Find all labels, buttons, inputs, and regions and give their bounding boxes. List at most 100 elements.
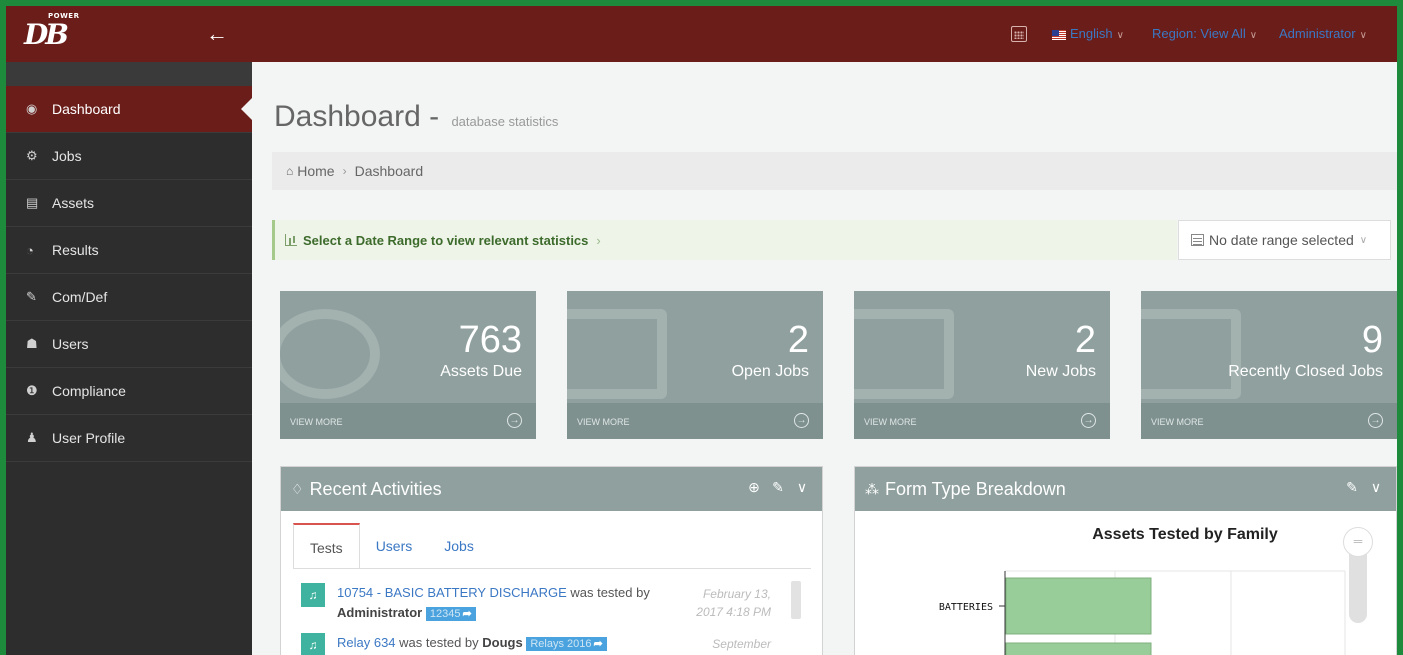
form-type-title: Form Type Breakdown [885,478,1066,499]
date-range-picker[interactable]: No date range selected ∨ [1178,220,1391,260]
panel-tools: ✎ ∨ [1344,479,1384,495]
page-title-text: Dashboard [274,100,421,133]
view-more-bar[interactable]: VIEW MORE → [280,403,536,439]
view-more-link[interactable]: VIEW MORE [290,417,343,427]
assets-icon: ▤ [26,195,39,210]
calendar-icon [1191,234,1204,246]
recent-activities-panel: ♢ Recent Activities ⊕ ✎ ∨ Tests Users Jobs… [280,466,823,655]
chart-bar-batteries[interactable] [1005,577,1152,635]
sidebar-item-compliance[interactable]: ❶ Compliance [6,368,252,415]
view-more-bar[interactable]: VIEW MORE → [854,403,1110,439]
language-selector[interactable]: English ∨ [1052,24,1124,46]
stat-tile-open-jobs[interactable]: 2 Open Jobs VIEW MORE → [567,291,823,439]
logo-text: DB [24,18,69,51]
chevron-down-icon: ∨ [1116,30,1124,41]
activity-text: 10754 - BASIC BATTERY DISCHARGE was test… [337,583,667,624]
arrow-circle-right-icon[interactable]: → [1368,413,1383,428]
main-content: Dashboard - database statistics ⌂ Home ›… [252,62,1397,655]
stat-value: 763 [458,319,522,361]
users-icon: ☗ [26,336,38,351]
chart-zoom-handle[interactable]: ═ [1343,527,1373,557]
region-selector[interactable]: Region: View All ∨ [1152,24,1257,46]
activity-link[interactable]: 10754 - BASIC BATTERY DISCHARGE [337,585,567,600]
arrow-circle-right-icon[interactable]: → [794,413,809,428]
chevron-right-icon: › [596,232,601,248]
chevron-down-icon[interactable]: ∨ [794,479,810,495]
sidebar-item-jobs[interactable]: ⚙ Jobs [6,133,252,180]
sidebar-item-user-profile[interactable]: ♟ User Profile [6,415,252,462]
activity-verb: was tested by [395,635,483,650]
top-bar: POWER DB ← English ∨ Region: View All ∨ Ad… [6,6,1397,62]
share-icon: ➦ [462,608,472,620]
app-window: POWER DB ← English ∨ Region: View All ∨ Ad… [6,6,1397,655]
user-menu-label: Administrator [1279,26,1356,41]
view-more-link[interactable]: VIEW MORE [577,417,630,427]
us-flag-icon [1052,29,1066,40]
collapse-sidebar-arrow-icon[interactable]: ← [206,20,228,48]
sidebar-item-assets[interactable]: ▤ Assets [6,180,252,227]
stat-tile-recently-closed-jobs[interactable]: 9 Recently Closed Jobs VIEW MORE → [1141,291,1397,439]
activity-tag-label: 12345 [429,608,461,620]
sidebar-item-users[interactable]: ☗ Users [6,321,252,368]
bell-icon: ♢ [291,480,304,497]
stat-tile-assets-due[interactable]: 763 Assets Due VIEW MORE → [280,291,536,439]
page-title-separator: - [420,100,448,133]
feed-scrollbar[interactable] [791,581,801,619]
page-title: Dashboard - database statistics [274,100,558,134]
home-icon: ⌂ [286,164,294,178]
sidebar-item-results[interactable]: ◔ Results [6,227,252,274]
sidebar-item-label: Assets [52,195,95,211]
chart-title: Assets Tested by Family [1092,526,1278,543]
chart-bar-next[interactable] [1005,642,1152,655]
activity-feed: ♫ 10754 - BASIC BATTERY DISCHARGE was tes… [301,581,791,655]
activity-tag[interactable]: 12345 ➦ [425,607,476,621]
share-icon: ➦ [593,638,603,650]
activity-tag[interactable]: Relays 2016 ➦ [526,637,607,651]
clock-icon [280,309,380,399]
sidebar-item-com-def[interactable]: ✎ Com/Def [6,274,252,321]
add-circle-icon[interactable]: ⊕ [746,479,762,495]
breadcrumb-current: Dashboard [354,163,424,179]
activity-verb: was tested by [566,585,650,600]
date-range-prompt-text: Select a Date Range to view relevant sta… [303,232,589,248]
sidebar-item-label: Dashboard [52,101,121,117]
sidebar-top-strip [6,62,252,86]
tab-users[interactable]: Users [360,523,429,568]
tab-tests[interactable]: Tests [293,523,360,568]
view-more-link[interactable]: VIEW MORE [864,417,917,427]
date-range-prompt: Select a Date Range to view relevant sta… [272,220,1177,260]
stat-label: Assets Due [440,363,522,380]
edit-icon[interactable]: ✎ [770,479,786,495]
breadcrumb-home[interactable]: Home [297,163,334,179]
activity-link[interactable]: Relay 634 [337,635,396,650]
date-range-value: No date range selected [1209,232,1354,248]
chevron-down-icon[interactable]: ∨ [1368,479,1384,495]
chart-category-label: BATTERIES [939,602,993,613]
medkit-icon [854,309,954,399]
arrow-circle-right-icon[interactable]: → [1081,413,1096,428]
tab-jobs[interactable]: Jobs [428,523,490,568]
region-label: Region: View All [1152,26,1246,41]
bell-icon: ♫ [301,583,325,607]
activity-user: Dougs [482,635,523,650]
stat-value: 2 [787,319,809,361]
calendar-icon[interactable] [1011,26,1027,42]
chevron-down-icon: ∨ [1359,234,1368,246]
assets-by-family-chart: Assets Tested by Family BATTERIES [939,526,1346,655]
app-logo[interactable]: POWER DB [22,12,86,56]
stat-tile-new-jobs[interactable]: 2 New Jobs VIEW MORE → [854,291,1110,439]
recent-activities-title: Recent Activities [309,478,442,499]
sitemap-icon: ⁂ [865,480,879,497]
sidebar-item-label: Com/Def [52,289,108,305]
view-more-bar[interactable]: VIEW MORE → [567,403,823,439]
user-icon: ♟ [26,430,38,445]
arrow-circle-right-icon[interactable]: → [507,413,522,428]
edit-icon[interactable]: ✎ [1344,479,1360,495]
stat-label: New Jobs [1025,363,1096,380]
breadcrumb-separator-icon: › [342,164,347,178]
user-menu[interactable]: Administrator ∨ [1279,24,1367,46]
view-more-link[interactable]: VIEW MORE [1151,417,1204,427]
page-subtitle: database statistics [451,114,559,129]
sidebar-item-dashboard[interactable]: ◉ Dashboard [6,86,252,133]
view-more-bar[interactable]: VIEW MORE → [1141,403,1397,439]
